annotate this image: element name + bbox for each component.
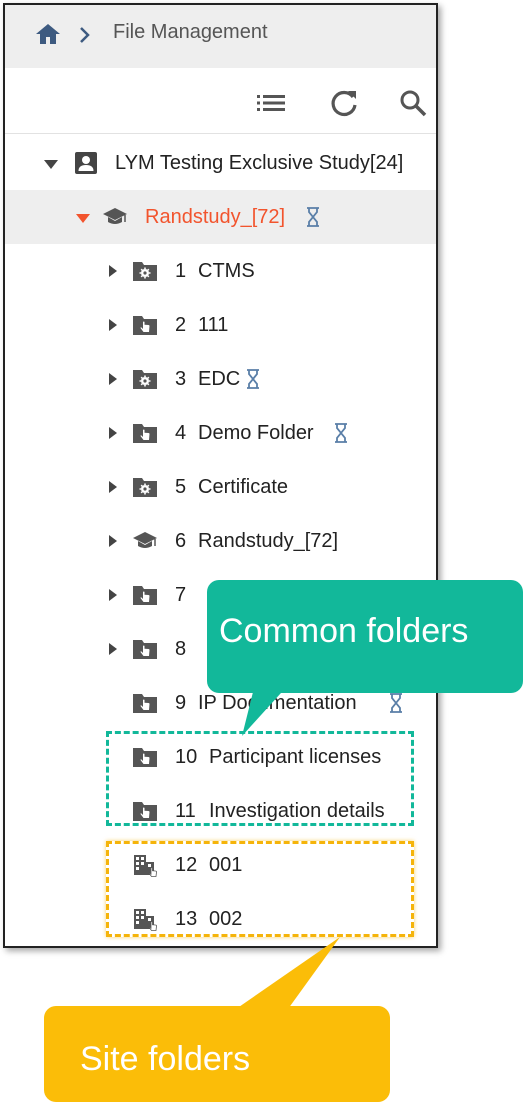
folder-number: 5 [175,476,187,498]
folder-name: EDC [198,368,241,390]
expand-caret-icon[interactable] [106,264,120,278]
toolbar [5,68,436,134]
tree-folder-row[interactable]: 5 Certificate [5,460,436,514]
folder-number: 1 [175,260,187,282]
collapse-caret-icon[interactable] [43,158,59,170]
graduation-cap-icon [133,532,157,548]
folder-number: 9 [175,692,187,714]
hand-folder-icon [133,694,157,713]
hourglass-icon [247,369,259,389]
folder-number: 6 [175,530,187,552]
folder-name: CTMS [198,260,255,282]
expand-caret-icon[interactable] [106,480,120,494]
gear-folder-icon [133,478,157,497]
expand-caret-icon[interactable] [106,534,120,548]
tree-study-row[interactable]: Randstudy_[72] [5,190,436,244]
home-icon[interactable] [35,22,61,46]
chevron-right-icon [80,27,90,43]
tree-folder-row[interactable]: 6 Randstudy_[72] [5,514,436,568]
tree-study-label: Randstudy_[72] [145,206,286,228]
tree-root-label: LYM Testing Exclusive Study[24] [115,152,404,174]
site-folders-callout: Site folders [44,1006,390,1102]
search-icon[interactable] [398,88,428,118]
hand-folder-icon [133,424,157,443]
folder-name: 111 [198,314,229,336]
tree-root-row[interactable]: LYM Testing Exclusive Study[24] [5,136,436,190]
breadcrumb: File Management [5,5,436,68]
expand-caret-icon[interactable] [106,372,120,386]
gear-folder-icon [133,370,157,389]
hourglass-icon [390,693,402,713]
person-folder-icon [75,152,97,174]
hourglass-icon [335,423,347,443]
breadcrumb-title[interactable]: File Management [113,21,268,44]
expand-caret-icon[interactable] [106,318,120,332]
common-folders-callout: Common folders [207,580,523,693]
folder-number: 7 [175,584,187,606]
hand-folder-icon [133,640,157,659]
folder-number: 2 [175,314,187,336]
site-callout-pointer [236,937,340,1009]
folder-name: Certificate [198,476,289,498]
folder-number: 3 [175,368,187,390]
common-folders-callout-text: Common folders [219,612,469,650]
hourglass-icon [307,207,319,227]
folder-number: 4 [175,422,187,444]
folder-name: Randstudy_[72] [198,530,339,552]
gear-folder-icon [133,262,157,281]
tree-folder-row[interactable]: 2 111 [5,298,436,352]
hand-folder-icon [133,316,157,335]
site-folders-highlight [106,841,414,937]
folder-name: Demo Folder [198,422,314,444]
refresh-icon[interactable] [329,88,359,118]
site-folders-callout-text: Site folders [80,1040,251,1078]
tree-folder-row[interactable]: 3 EDC [5,352,436,406]
list-icon[interactable] [256,88,286,118]
expand-caret-icon[interactable] [106,642,120,656]
tree-folder-row[interactable]: 4 Demo Folder [5,406,436,460]
hand-folder-icon [133,586,157,605]
common-folders-highlight [106,731,414,826]
tree-folder-row[interactable]: 1 CTMS [5,244,436,298]
graduation-cap-icon [103,208,127,224]
expand-caret-icon[interactable] [106,426,120,440]
collapse-caret-icon[interactable] [75,212,91,224]
folder-number: 8 [175,638,187,660]
expand-caret-icon[interactable] [106,588,120,602]
